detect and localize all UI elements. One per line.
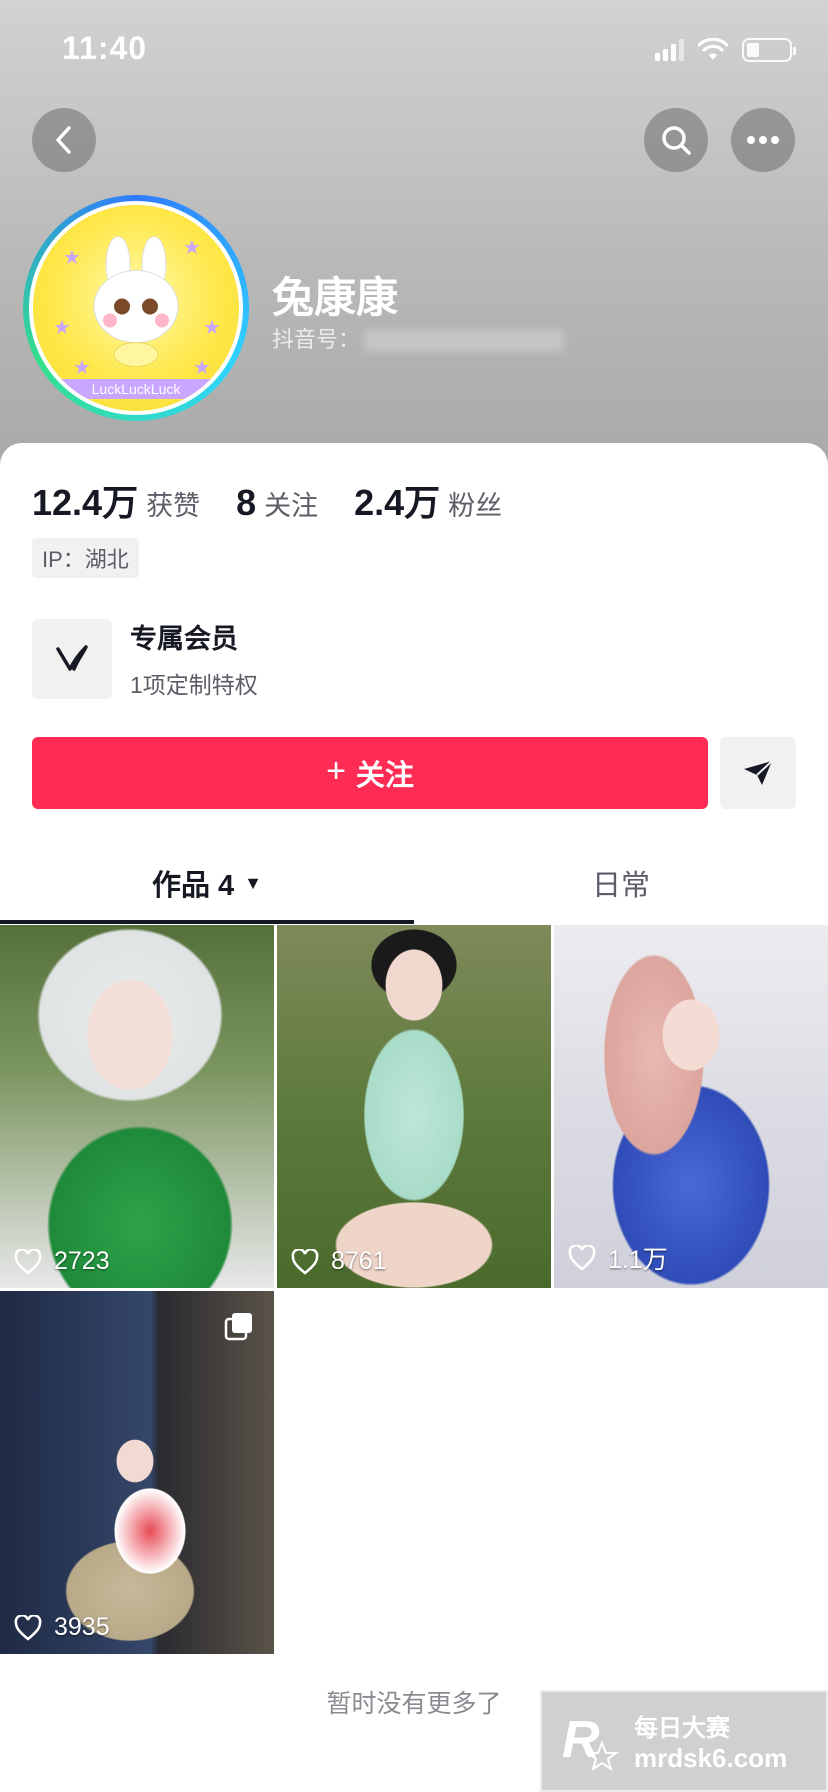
- search-icon: [662, 126, 691, 155]
- douyin-id: 抖音号：: [272, 322, 565, 354]
- content-tabs: 作品 4 ▼ 日常: [0, 842, 828, 924]
- wifi-icon: [698, 38, 728, 60]
- tab-daily-label: 日常: [591, 870, 650, 902]
- exclusive-member-entry[interactable]: 专属会员 1项定制特权: [32, 617, 258, 700]
- video-thumbnail[interactable]: 8761: [277, 925, 551, 1288]
- heart-outline-icon: [291, 1248, 319, 1275]
- douyin-id-label: 抖音号：: [272, 327, 361, 352]
- video-likes-count: 2723: [54, 1247, 110, 1275]
- site-watermark: R 每日大赛 mrdsk6.com: [540, 1690, 828, 1792]
- watermark-domain: mrdsk6.com: [634, 1743, 788, 1773]
- status-time: 11:40: [62, 30, 148, 66]
- stat-followers-number: 2.4万: [354, 482, 441, 523]
- follow-button-label: 关注: [355, 760, 414, 792]
- thumbnail-image: [0, 925, 274, 1288]
- more-dots-icon: [747, 136, 779, 144]
- douyin-id-redacted: [364, 330, 565, 353]
- ip-location-badge: IP：湖北: [32, 538, 139, 578]
- video-thumbnail[interactable]: 3935: [0, 1291, 274, 1654]
- tab-daily[interactable]: 日常: [414, 842, 828, 924]
- share-button[interactable]: [720, 737, 796, 809]
- thumbnail-image: [554, 925, 828, 1288]
- signal-icon: [655, 39, 684, 61]
- avatar[interactable]: ★ ★ ★ ★ ★ ★ LuckLuckLuck: [23, 195, 249, 421]
- stat-followers[interactable]: 2.4万 粉丝: [354, 474, 502, 526]
- video-likes-count: 1.1万: [608, 1246, 668, 1274]
- stat-following[interactable]: 8 关注: [236, 482, 318, 524]
- battery-icon: [742, 38, 796, 62]
- video-likes-count: 8761: [331, 1247, 387, 1275]
- thumbnail-image: [277, 925, 551, 1288]
- video-likes: 1.1万: [568, 1240, 668, 1276]
- stat-likes-label: 获赞: [146, 491, 201, 521]
- caret-down-icon: ▼: [244, 872, 262, 893]
- stat-following-number: 8: [236, 482, 257, 523]
- status-icons: [655, 36, 796, 64]
- heart-outline-icon: [568, 1245, 596, 1271]
- send-icon: [744, 760, 773, 785]
- multi-image-icon: [224, 1313, 252, 1341]
- stat-likes[interactable]: 12.4万 获赞: [32, 474, 200, 526]
- search-button[interactable]: [644, 108, 708, 172]
- stat-followers-label: 粉丝: [448, 491, 503, 521]
- video-likes: 8761: [291, 1247, 387, 1276]
- tab-works[interactable]: 作品 4 ▼: [0, 842, 414, 924]
- bunny-illustration: [93, 236, 179, 367]
- avatar-caption: LuckLuckLuck: [33, 379, 239, 399]
- stat-likes-number: 12.4万: [32, 482, 139, 523]
- watermark-title: 每日大赛: [634, 1715, 730, 1742]
- star-icon: ★: [203, 317, 221, 339]
- video-thumbnail[interactable]: 2723: [0, 925, 274, 1288]
- follow-button[interactable]: + 关注: [32, 737, 708, 809]
- avatar-image: ★ ★ ★ ★ ★ ★ LuckLuckLuck: [29, 201, 243, 415]
- profile-nickname: 兔康康: [272, 274, 399, 321]
- member-v-icon: [32, 618, 112, 699]
- watermark-logo-icon: R: [562, 1711, 619, 1772]
- chevron-left-icon: [56, 126, 71, 154]
- video-thumbnail[interactable]: 1.1万: [554, 925, 828, 1288]
- video-likes-count: 3935: [54, 1613, 110, 1641]
- plus-icon: +: [326, 752, 346, 790]
- profile-stats: 12.4万 获赞 8 关注 2.4万 粉丝: [32, 474, 538, 526]
- thumbnail-image: [0, 1291, 274, 1654]
- heart-outline-icon: [14, 1248, 42, 1275]
- member-subtitle: 1项定制特权: [130, 672, 258, 698]
- back-button[interactable]: [32, 108, 96, 172]
- member-title: 专属会员: [130, 624, 238, 654]
- tab-works-label: 作品 4: [151, 870, 235, 902]
- stat-following-label: 关注: [264, 491, 319, 521]
- more-button[interactable]: [731, 108, 795, 172]
- video-likes: 3935: [14, 1613, 110, 1642]
- heart-outline-icon: [14, 1614, 42, 1641]
- watermark-logo: R: [562, 1711, 600, 1769]
- star-icon: ★: [53, 317, 71, 339]
- active-tab-indicator: [0, 920, 414, 924]
- video-likes: 2723: [14, 1247, 110, 1276]
